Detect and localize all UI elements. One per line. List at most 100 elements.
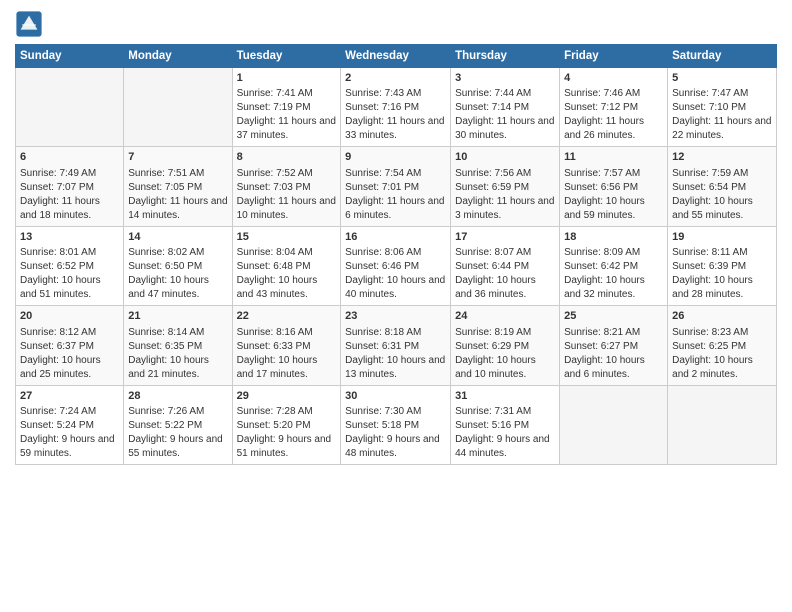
calendar-cell: 19Sunrise: 8:11 AM Sunset: 6:39 PM Dayli…	[668, 226, 777, 305]
header-cell-tuesday: Tuesday	[232, 45, 341, 68]
calendar-cell: 2Sunrise: 7:43 AM Sunset: 7:16 PM Daylig…	[341, 68, 451, 147]
day-info: Sunrise: 7:49 AM Sunset: 7:07 PM Dayligh…	[20, 167, 119, 223]
day-number: 25	[564, 309, 663, 324]
day-info: Sunrise: 7:41 AM Sunset: 7:19 PM Dayligh…	[237, 87, 337, 143]
day-info: Sunrise: 7:28 AM Sunset: 5:20 PM Dayligh…	[237, 405, 337, 461]
week-row-0: 1Sunrise: 7:41 AM Sunset: 7:19 PM Daylig…	[16, 68, 777, 147]
calendar-cell: 15Sunrise: 8:04 AM Sunset: 6:48 PM Dayli…	[232, 226, 341, 305]
calendar-cell: 1Sunrise: 7:41 AM Sunset: 7:19 PM Daylig…	[232, 68, 341, 147]
calendar-cell: 5Sunrise: 7:47 AM Sunset: 7:10 PM Daylig…	[668, 68, 777, 147]
calendar-cell: 9 Sunrise: 7:54 AM Sunset: 7:01 PM Daylig…	[341, 147, 451, 226]
day-number: 16	[345, 230, 446, 245]
day-info: Sunrise: 8:09 AM Sunset: 6:42 PM Dayligh…	[564, 246, 663, 302]
calendar-cell: 18Sunrise: 8:09 AM Sunset: 6:42 PM Dayli…	[560, 226, 668, 305]
day-number: 31	[455, 389, 555, 404]
calendar-cell: 17Sunrise: 8:07 AM Sunset: 6:44 PM Dayli…	[451, 226, 560, 305]
day-info: Sunrise: 7:52 AM Sunset: 7:03 PM Dayligh…	[237, 167, 337, 223]
day-number: 17	[455, 230, 555, 245]
day-info: Sunrise: 7:51 AM Sunset: 7:05 PM Dayligh…	[128, 167, 227, 223]
calendar-body: 1Sunrise: 7:41 AM Sunset: 7:19 PM Daylig…	[16, 68, 777, 465]
day-info: Sunrise: 8:04 AM Sunset: 6:48 PM Dayligh…	[237, 246, 337, 302]
day-info: Sunrise: 7:44 AM Sunset: 7:14 PM Dayligh…	[455, 87, 555, 143]
calendar-cell: 14Sunrise: 8:02 AM Sunset: 6:50 PM Dayli…	[124, 226, 232, 305]
day-number: 7	[128, 150, 227, 165]
page: SundayMondayTuesdayWednesdayThursdayFrid…	[0, 0, 792, 612]
day-number: 8	[237, 150, 337, 165]
day-number: 29	[237, 389, 337, 404]
calendar-cell: 22 Sunrise: 8:16 AM Sunset: 6:33 PM Dayli…	[232, 306, 341, 385]
calendar-cell: 28Sunrise: 7:26 AM Sunset: 5:22 PM Dayli…	[124, 385, 232, 464]
day-info: Sunrise: 7:30 AM Sunset: 5:18 PM Dayligh…	[345, 405, 446, 461]
day-info: Sunrise: 7:54 AM Sunset: 7:01 PM Dayligh…	[345, 167, 446, 223]
calendar-header: SundayMondayTuesdayWednesdayThursdayFrid…	[16, 45, 777, 68]
day-info: Sunrise: 7:26 AM Sunset: 5:22 PM Dayligh…	[128, 405, 227, 461]
day-info: Sunrise: 7:56 AM Sunset: 6:59 PM Dayligh…	[455, 167, 555, 223]
week-row-3: 20Sunrise: 8:12 AM Sunset: 6:37 PM Dayli…	[16, 306, 777, 385]
calendar-cell: 11 Sunrise: 7:57 AM Sunset: 6:56 PM Dayli…	[560, 147, 668, 226]
day-info: Sunrise: 7:24 AM Sunset: 5:24 PM Dayligh…	[20, 405, 119, 461]
day-number: 23	[345, 309, 446, 324]
calendar-cell: 31Sunrise: 7:31 AM Sunset: 5:16 PM Dayli…	[451, 385, 560, 464]
calendar-cell: 12 Sunrise: 7:59 AM Sunset: 6:54 PM Dayli…	[668, 147, 777, 226]
calendar-cell: 26 Sunrise: 8:23 AM Sunset: 6:25 PM Dayli…	[668, 306, 777, 385]
day-number: 18	[564, 230, 663, 245]
day-info: Sunrise: 8:21 AM Sunset: 6:27 PM Dayligh…	[564, 326, 663, 382]
calendar-cell: 25 Sunrise: 8:21 AM Sunset: 6:27 PM Dayli…	[560, 306, 668, 385]
calendar-cell	[560, 385, 668, 464]
day-number: 4	[564, 71, 663, 86]
day-info: Sunrise: 8:07 AM Sunset: 6:44 PM Dayligh…	[455, 246, 555, 302]
day-info: Sunrise: 7:46 AM Sunset: 7:12 PM Dayligh…	[564, 87, 663, 143]
calendar-cell: 13Sunrise: 8:01 AM Sunset: 6:52 PM Dayli…	[16, 226, 124, 305]
day-number: 1	[237, 71, 337, 86]
header-row: SundayMondayTuesdayWednesdayThursdayFrid…	[16, 45, 777, 68]
day-number: 5	[672, 71, 772, 86]
day-info: Sunrise: 8:18 AM Sunset: 6:31 PM Dayligh…	[345, 326, 446, 382]
day-number: 11	[564, 150, 663, 165]
day-number: 13	[20, 230, 119, 245]
header-cell-thursday: Thursday	[451, 45, 560, 68]
day-number: 2	[345, 71, 446, 86]
day-info: Sunrise: 7:57 AM Sunset: 6:56 PM Dayligh…	[564, 167, 663, 223]
week-row-4: 27Sunrise: 7:24 AM Sunset: 5:24 PM Dayli…	[16, 385, 777, 464]
day-number: 10	[455, 150, 555, 165]
calendar-table: SundayMondayTuesdayWednesdayThursdayFrid…	[15, 44, 777, 465]
header-cell-saturday: Saturday	[668, 45, 777, 68]
day-info: Sunrise: 8:16 AM Sunset: 6:33 PM Dayligh…	[237, 326, 337, 382]
day-number: 12	[672, 150, 772, 165]
day-info: Sunrise: 7:59 AM Sunset: 6:54 PM Dayligh…	[672, 167, 772, 223]
day-info: Sunrise: 8:23 AM Sunset: 6:25 PM Dayligh…	[672, 326, 772, 382]
day-number: 22	[237, 309, 337, 324]
day-info: Sunrise: 8:06 AM Sunset: 6:46 PM Dayligh…	[345, 246, 446, 302]
calendar-cell	[124, 68, 232, 147]
day-number: 28	[128, 389, 227, 404]
day-info: Sunrise: 8:01 AM Sunset: 6:52 PM Dayligh…	[20, 246, 119, 302]
day-info: Sunrise: 7:43 AM Sunset: 7:16 PM Dayligh…	[345, 87, 446, 143]
header-cell-sunday: Sunday	[16, 45, 124, 68]
calendar-cell: 16Sunrise: 8:06 AM Sunset: 6:46 PM Dayli…	[341, 226, 451, 305]
header-cell-friday: Friday	[560, 45, 668, 68]
calendar-cell: 30Sunrise: 7:30 AM Sunset: 5:18 PM Dayli…	[341, 385, 451, 464]
day-info: Sunrise: 8:11 AM Sunset: 6:39 PM Dayligh…	[672, 246, 772, 302]
calendar-cell: 7 Sunrise: 7:51 AM Sunset: 7:05 PM Daylig…	[124, 147, 232, 226]
day-number: 24	[455, 309, 555, 324]
day-info: Sunrise: 8:19 AM Sunset: 6:29 PM Dayligh…	[455, 326, 555, 382]
day-info: Sunrise: 8:12 AM Sunset: 6:37 PM Dayligh…	[20, 326, 119, 382]
logo-icon	[15, 10, 43, 38]
calendar-cell: 21Sunrise: 8:14 AM Sunset: 6:35 PM Dayli…	[124, 306, 232, 385]
day-number: 9	[345, 150, 446, 165]
day-info: Sunrise: 8:14 AM Sunset: 6:35 PM Dayligh…	[128, 326, 227, 382]
week-row-2: 13Sunrise: 8:01 AM Sunset: 6:52 PM Dayli…	[16, 226, 777, 305]
day-number: 26	[672, 309, 772, 324]
header-cell-wednesday: Wednesday	[341, 45, 451, 68]
calendar-cell: 3Sunrise: 7:44 AM Sunset: 7:14 PM Daylig…	[451, 68, 560, 147]
calendar-cell: 27Sunrise: 7:24 AM Sunset: 5:24 PM Dayli…	[16, 385, 124, 464]
day-number: 30	[345, 389, 446, 404]
day-number: 6	[20, 150, 119, 165]
calendar-cell	[16, 68, 124, 147]
day-info: Sunrise: 7:31 AM Sunset: 5:16 PM Dayligh…	[455, 405, 555, 461]
day-info: Sunrise: 8:02 AM Sunset: 6:50 PM Dayligh…	[128, 246, 227, 302]
logo	[15, 10, 47, 38]
calendar-cell	[668, 385, 777, 464]
day-info: Sunrise: 7:47 AM Sunset: 7:10 PM Dayligh…	[672, 87, 772, 143]
header-cell-monday: Monday	[124, 45, 232, 68]
